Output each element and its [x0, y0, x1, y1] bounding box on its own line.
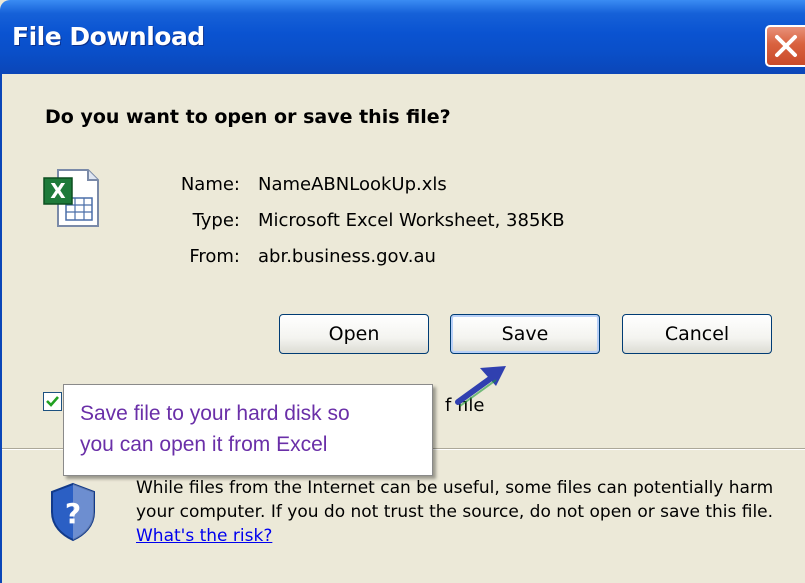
type-value: Microsoft Excel Worksheet, 385KB — [258, 210, 565, 231]
dialog-question: Do you want to open or save this file? — [45, 106, 451, 128]
svg-text:?: ? — [65, 497, 81, 530]
title-bar[interactable]: File Download — [0, 0, 805, 74]
checkmark-icon — [46, 396, 59, 407]
pointer-arrow-icon — [455, 366, 506, 407]
svg-text:X: X — [50, 179, 66, 203]
from-value: abr.business.gov.au — [258, 246, 436, 267]
close-button[interactable] — [765, 25, 805, 67]
security-warning: While files from the Internet can be use… — [136, 476, 786, 548]
name-label: Name: — [180, 174, 240, 195]
warning-text: While files from the Internet can be use… — [136, 478, 774, 522]
save-button[interactable]: Save — [450, 314, 600, 354]
whats-the-risk-link[interactable]: What's the risk? — [136, 526, 272, 546]
shield-question-icon: ? — [51, 482, 95, 542]
type-label: Type: — [192, 210, 240, 231]
cancel-button[interactable]: Cancel — [622, 314, 772, 354]
excel-file-icon: X — [43, 169, 99, 227]
from-label: From: — [189, 246, 240, 267]
callout-line-1: Save file to your hard disk so — [80, 402, 350, 425]
close-icon — [775, 35, 797, 57]
name-value: NameABNLookUp.xls — [258, 174, 447, 195]
window-title: File Download — [12, 22, 205, 51]
callout-line-2: you can open it from Excel — [80, 433, 328, 456]
always-ask-checkbox[interactable] — [43, 392, 62, 411]
tooltip-callout: Save file to your hard disk so you can o… — [63, 384, 433, 476]
open-button[interactable]: Open — [279, 314, 429, 354]
callout-text: Save file to your hard disk so you can o… — [80, 398, 425, 460]
